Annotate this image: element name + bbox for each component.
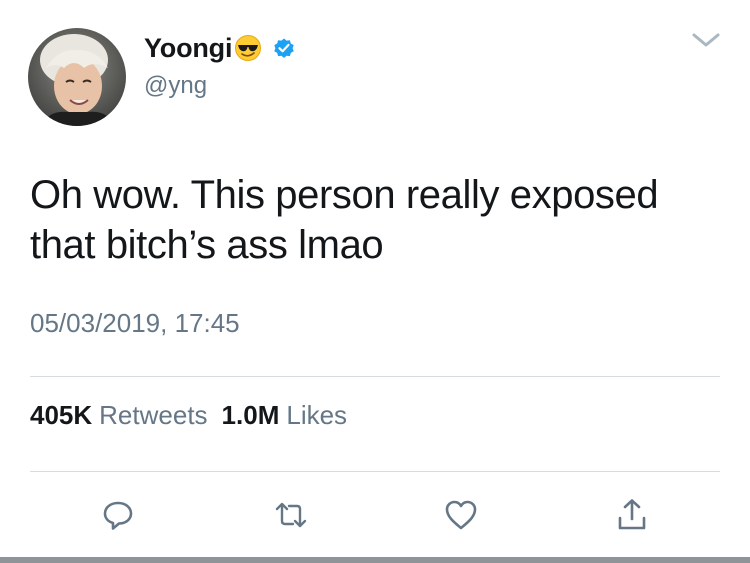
retweet-icon bbox=[275, 502, 307, 528]
verified-badge-icon bbox=[272, 36, 296, 60]
retweets-count[interactable]: 405K bbox=[30, 400, 92, 431]
share-button[interactable] bbox=[614, 497, 650, 533]
reply-icon bbox=[103, 501, 133, 530]
divider-top bbox=[30, 376, 720, 377]
likes-label[interactable]: Likes bbox=[286, 400, 347, 431]
retweets-label[interactable]: Retweets bbox=[99, 400, 207, 431]
display-name[interactable]: Yoongi bbox=[144, 33, 232, 64]
like-button[interactable] bbox=[443, 497, 479, 533]
user-handle[interactable]: @yng bbox=[144, 72, 207, 100]
user-name-row: Yoongi bbox=[144, 31, 296, 65]
tweet-text-line-2: that bitch’s ass lmao bbox=[30, 223, 384, 267]
chevron-down-icon[interactable] bbox=[690, 30, 722, 50]
retweet-button[interactable] bbox=[273, 497, 309, 533]
likes-count[interactable]: 1.0M bbox=[222, 400, 280, 431]
tweet-text-line-1: Oh wow. This person really exposed bbox=[30, 173, 659, 217]
heart-icon bbox=[445, 500, 477, 530]
tweet-stats: 405K Retweets 1.0M Likes bbox=[30, 400, 361, 431]
divider-bottom bbox=[30, 471, 720, 472]
reply-button[interactable] bbox=[100, 497, 136, 533]
tweet-card: Yoongi @yng Oh wow. This person really e… bbox=[0, 0, 750, 563]
tweet-text: Oh wow. This person really exposed that … bbox=[30, 170, 720, 270]
tweet-timestamp[interactable]: 05/03/2019, 17:45 bbox=[30, 308, 240, 339]
avatar[interactable] bbox=[28, 28, 126, 126]
share-icon bbox=[618, 499, 646, 530]
bottom-edge bbox=[0, 557, 750, 563]
tweet-actions bbox=[0, 497, 750, 537]
sunglasses-emoji-icon bbox=[234, 34, 262, 62]
